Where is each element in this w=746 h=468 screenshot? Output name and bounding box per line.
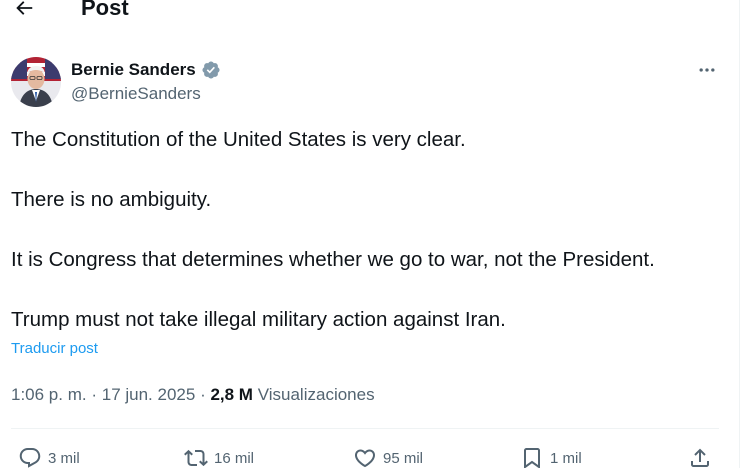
author-name[interactable]: Bernie Sanders xyxy=(71,60,196,80)
back-button[interactable] xyxy=(10,0,38,22)
more-dots-icon xyxy=(699,68,715,72)
tweet-text-line: The Constitution of the United States is… xyxy=(11,128,466,151)
tweet-text-line: There is no ambiguity. xyxy=(11,188,212,211)
reply-button[interactable]: 3 mil xyxy=(18,445,80,468)
avatar-image xyxy=(11,57,61,107)
more-options-button[interactable] xyxy=(694,58,720,82)
column-border xyxy=(739,0,740,468)
author-handle[interactable]: @BernieSanders xyxy=(71,84,201,104)
post-time[interactable]: 1:06 p. m. xyxy=(11,385,87,404)
repost-icon xyxy=(184,449,208,467)
tweet-text-line: Trump must not take illegal military act… xyxy=(11,308,506,331)
post-date[interactable]: 17 jun. 2025 xyxy=(102,385,196,404)
bookmark-button[interactable]: 1 mil xyxy=(520,445,582,468)
bookmark-count: 1 mil xyxy=(550,449,582,467)
like-button[interactable]: 95 mil xyxy=(353,445,423,468)
views-count: 2,8 M xyxy=(210,385,253,404)
repost-button[interactable]: 16 mil xyxy=(184,445,254,468)
meta-separator: · xyxy=(91,385,102,404)
author-name-row: Bernie Sanders xyxy=(71,59,221,81)
meta-separator: · xyxy=(200,385,211,404)
page-title: Post xyxy=(81,0,129,20)
avatar[interactable] xyxy=(11,57,61,107)
divider xyxy=(11,428,719,429)
tweet-text-line: It is Congress that determines whether w… xyxy=(11,248,655,271)
bookmark-icon xyxy=(524,448,540,468)
verified-badge-icon xyxy=(201,60,221,80)
reply-count: 3 mil xyxy=(48,449,80,467)
post-metadata: 1:06 p. m. · 17 jun. 2025 · 2,8 M Visual… xyxy=(11,383,375,407)
like-count: 95 mil xyxy=(383,449,424,467)
page-header: Post xyxy=(0,0,740,24)
back-arrow-icon xyxy=(16,1,33,15)
repost-count: 16 mil xyxy=(214,449,255,467)
translate-post-link[interactable]: Traducir post xyxy=(11,340,98,357)
heart-icon xyxy=(354,449,376,468)
views-label: Visualizaciones xyxy=(257,385,375,404)
share-icon xyxy=(691,448,709,467)
reply-icon xyxy=(19,448,41,468)
share-button[interactable] xyxy=(688,445,712,468)
